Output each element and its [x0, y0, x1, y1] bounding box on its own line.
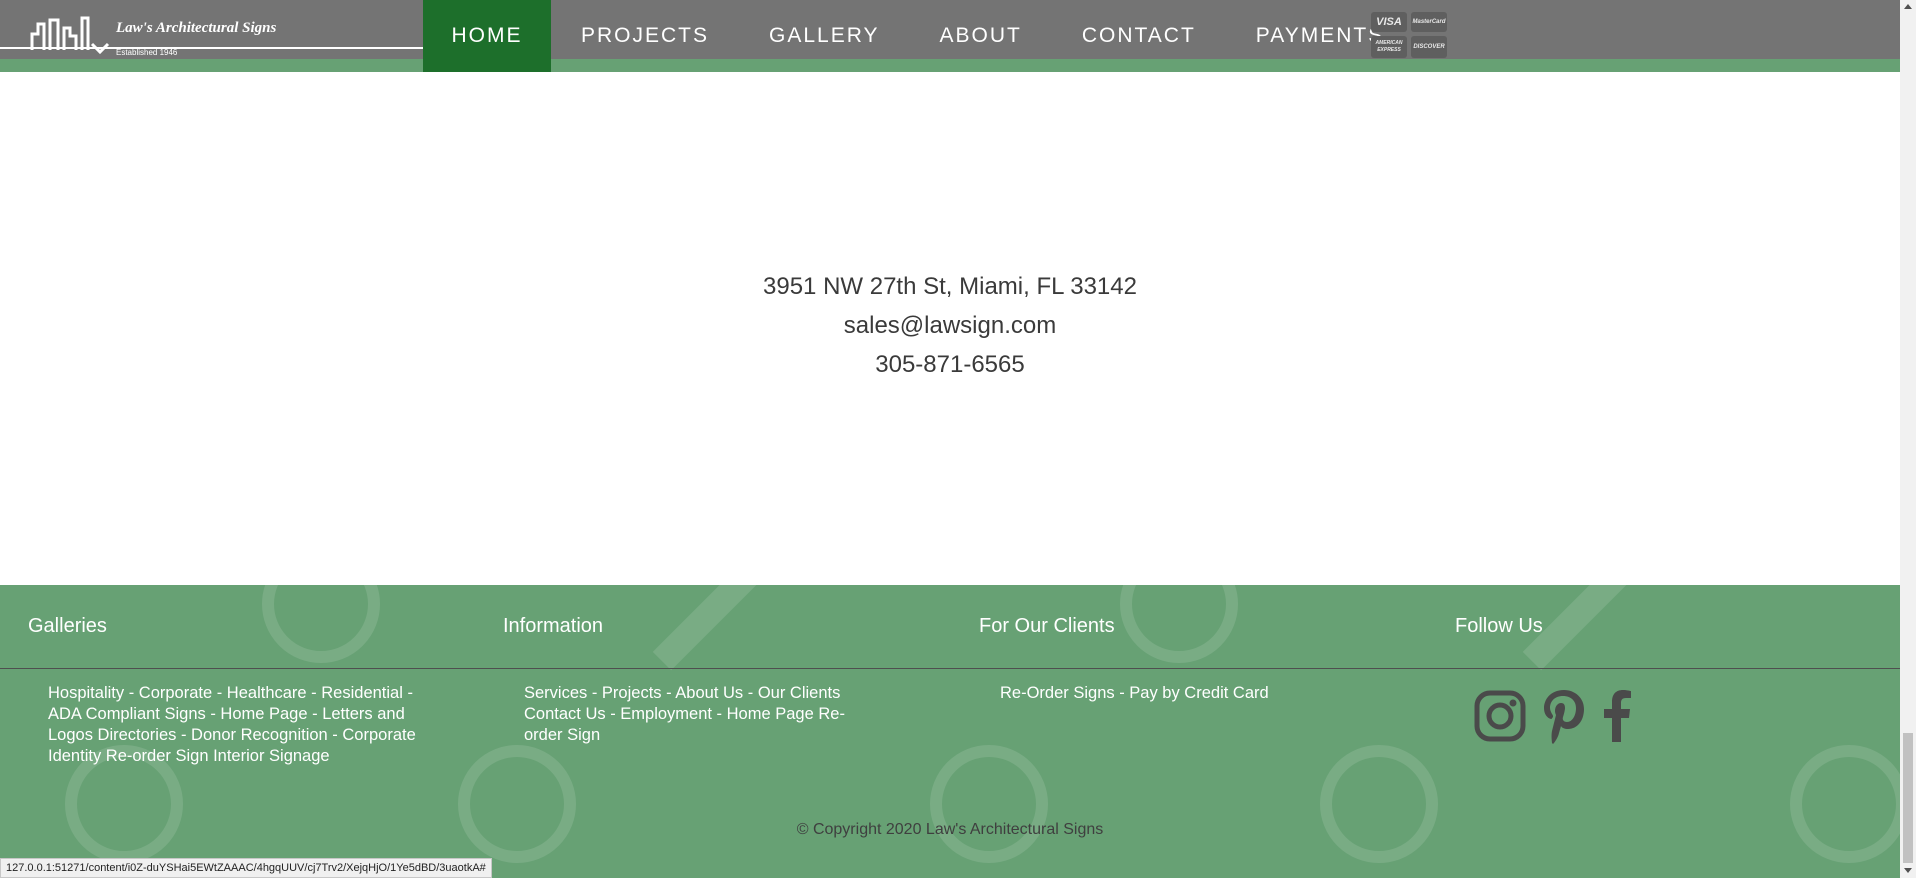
scroll-down-icon[interactable] [1904, 868, 1912, 873]
payment-cards: VISA MasterCard AMERICAN EXPRESS DISCOVE… [1371, 12, 1447, 58]
watermark-icon [1320, 745, 1438, 863]
watermark-icon [458, 745, 576, 863]
footer-follow-title: Follow Us [1455, 615, 1543, 637]
nav-contact[interactable]: CONTACT [1052, 0, 1226, 72]
scrollbar-thumb[interactable] [1903, 733, 1913, 863]
watermark-icon [262, 585, 380, 663]
logo-title: Law's Architectural Signs [116, 20, 277, 36]
amex-card-icon: AMERICAN EXPRESS [1371, 36, 1407, 58]
contact-email-link[interactable]: sales@lawsign.com [0, 306, 1900, 345]
facebook-icon[interactable] [1602, 690, 1632, 742]
visa-card-icon: VISA [1371, 12, 1407, 32]
watermark-icon [1790, 745, 1900, 863]
logo-underline [0, 47, 423, 49]
nav-gallery[interactable]: GALLERY [739, 0, 910, 72]
watermark-icon [652, 585, 778, 671]
footer-divider [0, 668, 1900, 669]
browser-status-url: 127.0.0.1:51271/content/i0Z-duYSHai5EWtZ… [0, 858, 492, 878]
site-logo[interactable]: Law's Architectural Signs Established 19… [0, 6, 425, 62]
social-links [1474, 687, 1632, 745]
instagram-icon[interactable] [1474, 690, 1526, 742]
footer-clients-links[interactable]: Re-Order Signs - Pay by Credit Card [1000, 683, 1320, 704]
nav-home[interactable]: HOME [423, 0, 551, 72]
footer-clients-title: For Our Clients [979, 615, 1115, 637]
logo-subtitle: Established 1946 [116, 48, 178, 57]
footer-galleries-links[interactable]: Hospitality - Corporate - Healthcare - R… [48, 683, 428, 767]
contact-address: 3951 NW 27th St, Miami, FL 33142 [763, 273, 1137, 300]
contact-phone[interactable]: 305-871-6565 [0, 345, 1900, 384]
pinterest-icon[interactable] [1540, 687, 1588, 745]
mastercard-icon: MasterCard [1411, 12, 1447, 32]
footer-information-title: Information [503, 615, 604, 637]
main-nav: HOME PROJECTS GALLERY ABOUT CONTACT PAYM… [423, 0, 1414, 72]
main-content: 3951 NW 27th St, Miami, FL 33142 sales@l… [0, 85, 1900, 585]
watermark-icon [930, 745, 1048, 863]
discover-card-icon: DISCOVER [1411, 36, 1447, 58]
footer-galleries-title: Galleries [28, 615, 107, 637]
nav-projects[interactable]: PROJECTS [551, 0, 739, 72]
site-header: Law's Architectural Signs Established 19… [0, 0, 1900, 72]
watermark-icon [1120, 585, 1238, 663]
footer-information-links[interactable]: Services - Projects - About Us - Our Cli… [524, 683, 869, 746]
site-footer: Galleries Information For Our Clients Fo… [0, 585, 1900, 878]
scroll-up-icon[interactable] [1904, 4, 1912, 9]
page: Law's Architectural Signs Established 19… [0, 0, 1916, 878]
nav-about[interactable]: ABOUT [910, 0, 1052, 72]
copyright-text: © Copyright 2020 Law's Architectural Sig… [796, 821, 1104, 838]
vertical-scrollbar[interactable] [1900, 0, 1916, 878]
contact-info: 3951 NW 27th St, Miami, FL 33142 sales@l… [0, 267, 1900, 384]
skyline-icon [30, 16, 110, 55]
